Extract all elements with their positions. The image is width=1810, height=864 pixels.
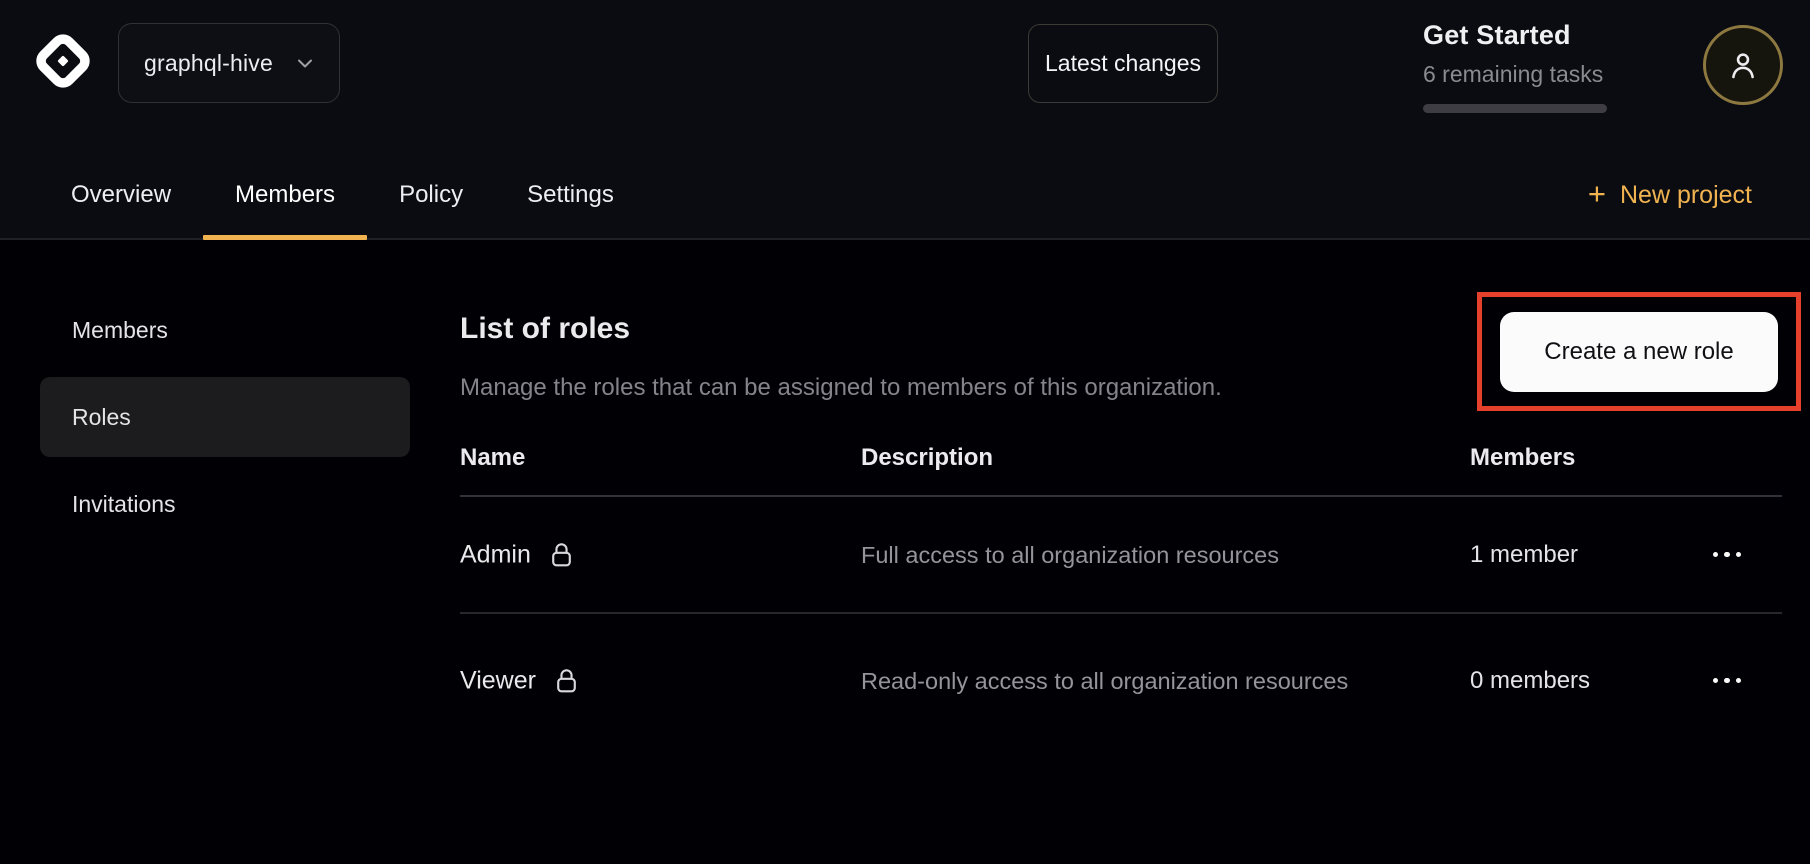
row-actions-button[interactable] (1695, 657, 1759, 705)
latest-changes-button[interactable]: Latest changes (1028, 24, 1218, 103)
role-name: Admin (460, 540, 531, 569)
tab-settings-label: Settings (527, 181, 614, 209)
org-name: graphql-hive (144, 50, 273, 77)
column-header-description: Description (861, 444, 993, 472)
role-name: Viewer (460, 666, 536, 695)
user-avatar-button[interactable] (1703, 25, 1783, 105)
ellipsis-icon (1713, 552, 1742, 558)
annotation-highlight-box: Create a new role (1477, 292, 1801, 411)
page-title: List of roles (460, 312, 630, 346)
members-sidebar: Members Roles Invitations (40, 290, 410, 551)
tab-settings[interactable]: Settings (495, 150, 646, 240)
table-row-admin: Admin Full access to all organization re… (460, 497, 1782, 612)
sidebar-item-members-label: Members (72, 317, 168, 344)
tab-policy-label: Policy (399, 181, 463, 209)
sidebar-item-members[interactable]: Members (40, 290, 410, 370)
sidebar-item-roles-label: Roles (72, 404, 131, 431)
page-subtitle: Manage the roles that can be assigned to… (460, 374, 1222, 402)
role-description: Full access to all organization resource… (861, 535, 1381, 575)
column-header-members: Members (1470, 444, 1575, 472)
tab-overview[interactable]: Overview (39, 150, 203, 240)
new-project-label: New project (1620, 181, 1752, 210)
tab-overview-label: Overview (71, 181, 171, 209)
hive-logo-icon[interactable] (33, 28, 93, 94)
create-new-role-button[interactable]: Create a new role (1500, 312, 1778, 392)
org-tab-bar: Overview Members Policy Settings (39, 150, 646, 240)
role-name-cell: Viewer (460, 666, 580, 695)
get-started-widget[interactable]: Get Started 6 remaining tasks (1423, 20, 1623, 113)
get-started-title: Get Started (1423, 20, 1623, 51)
user-icon (1725, 47, 1761, 83)
org-switcher-button[interactable]: graphql-hive (118, 23, 340, 103)
latest-changes-label: Latest changes (1045, 50, 1201, 77)
tab-members[interactable]: Members (203, 150, 367, 240)
row-actions-button[interactable] (1695, 531, 1759, 579)
sidebar-item-roles[interactable]: Roles (40, 377, 410, 457)
column-header-name: Name (460, 444, 525, 472)
tab-policy[interactable]: Policy (367, 150, 495, 240)
lock-icon (553, 667, 580, 695)
get-started-progress-bar (1423, 104, 1607, 113)
lock-icon (548, 541, 575, 569)
plus-icon: + (1588, 178, 1606, 209)
new-project-button[interactable]: + New project (1588, 150, 1752, 240)
chevron-down-icon (293, 51, 317, 75)
roles-table: Name Description Members Admin Full acce… (460, 440, 1782, 760)
table-row-viewer: Viewer Read-only access to all organizat… (460, 613, 1782, 748)
get-started-remaining-tasks: 6 remaining tasks (1423, 61, 1623, 88)
role-members-count: 0 members (1470, 667, 1590, 695)
role-description: Read-only access to all organization res… (861, 661, 1381, 701)
tab-members-label: Members (235, 181, 335, 209)
sidebar-item-invitations-label: Invitations (72, 491, 176, 518)
sidebar-item-invitations[interactable]: Invitations (40, 464, 410, 544)
role-members-count: 1 member (1470, 541, 1578, 569)
top-bar: graphql-hive Latest changes Get Started … (0, 0, 1810, 240)
ellipsis-icon (1713, 678, 1742, 684)
role-name-cell: Admin (460, 540, 575, 569)
